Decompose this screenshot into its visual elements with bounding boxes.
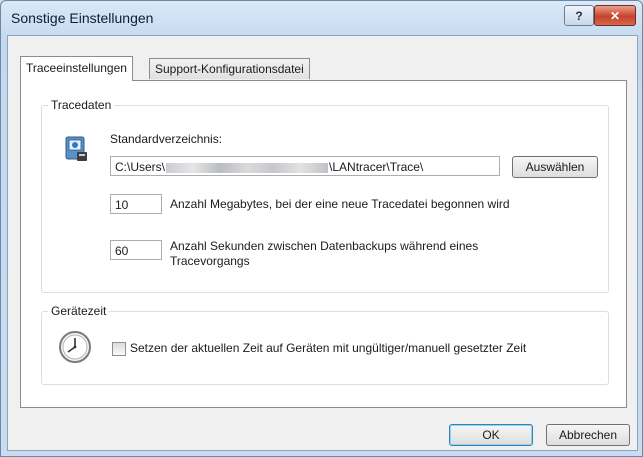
clock-icon: [58, 330, 92, 364]
geraetezeit-legend: Gerätezeit: [48, 304, 110, 318]
seconds-input[interactable]: 60: [110, 240, 162, 260]
tab-support-konfigurationsdatei[interactable]: Support-Konfigurationsdatei: [149, 58, 310, 79]
dir-value-redacted: [166, 162, 329, 173]
geraetezeit-checkbox-label[interactable]: Setzen der aktuellen Zeit auf Geräten mi…: [130, 341, 526, 355]
folder-settings-icon: [64, 136, 88, 162]
auswaehlen-button[interactable]: Auswählen: [512, 156, 598, 178]
dialog-client-area: Traceeinstellungen Support-Konfiguration…: [7, 35, 638, 451]
geraetezeit-group: Gerätezeit Setzen der aktuellen Zeit auf…: [41, 304, 609, 385]
window-title: Sonstige Einstellungen: [11, 10, 154, 26]
tracedaten-legend: Tracedaten: [48, 98, 115, 112]
dialog-window: Sonstige Einstellungen ? ✕ Traceeinstell…: [0, 0, 643, 457]
tab-traceeinstellungen[interactable]: Traceeinstellungen: [20, 56, 133, 81]
megabytes-input[interactable]: 10: [110, 194, 162, 214]
standardverzeichnis-input[interactable]: C:\Users\ \LANtracer\Trace\: [110, 156, 500, 176]
tracedaten-group: Tracedaten Standardverzeichnis: C:\Users…: [41, 98, 609, 293]
cancel-button[interactable]: Abbrechen: [546, 424, 630, 446]
close-button[interactable]: ✕: [594, 5, 636, 26]
seconds-label-line2: Tracevorgangs: [170, 254, 250, 268]
ok-button[interactable]: OK: [449, 424, 533, 446]
geraetezeit-checkbox[interactable]: [112, 342, 126, 356]
megabytes-label: Anzahl Megabytes, bei der eine neue Trac…: [170, 197, 510, 211]
standardverzeichnis-label: Standardverzeichnis:: [110, 132, 223, 146]
title-bar[interactable]: Sonstige Einstellungen ? ✕: [1, 1, 642, 35]
dir-value-end: \LANtracer\Trace\: [329, 160, 424, 174]
help-button[interactable]: ?: [564, 5, 594, 26]
dir-value-start: C:\Users\: [115, 160, 166, 174]
seconds-label-line1: Anzahl Sekunden zwischen Datenbackups wä…: [170, 239, 479, 253]
tab-panel-traceeinstellungen: Tracedaten Standardverzeichnis: C:\Users…: [20, 80, 627, 408]
